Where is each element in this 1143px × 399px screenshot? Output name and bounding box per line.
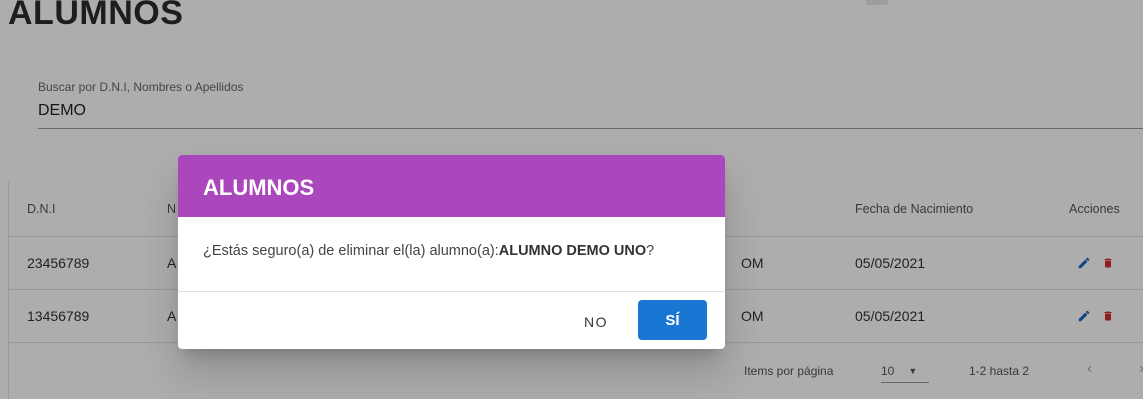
dialog-header: ALUMNOS (178, 155, 725, 217)
dialog-content: ¿Estás seguro(a) de eliminar el(la) alum… (178, 217, 725, 292)
dialog-message: ¿Estás seguro(a) de eliminar el(la) alum… (203, 243, 654, 259)
dialog-actions: NO SÍ (178, 292, 725, 349)
confirm-delete-dialog: ALUMNOS ¿Estás seguro(a) de eliminar el(… (178, 155, 725, 349)
students-page: ALUMNOS Buscar por D.N.I, Nombres o Apel… (0, 0, 1143, 399)
dialog-title: ALUMNOS (203, 175, 315, 200)
dialog-message-suffix: ? (646, 243, 655, 259)
dialog-message-prefix: ¿Estás seguro(a) de eliminar el(la) alum… (203, 243, 499, 259)
yes-button[interactable]: SÍ (638, 300, 707, 340)
no-button[interactable]: NO (570, 302, 622, 342)
dialog-student-name: ALUMNO DEMO UNO (498, 243, 647, 259)
